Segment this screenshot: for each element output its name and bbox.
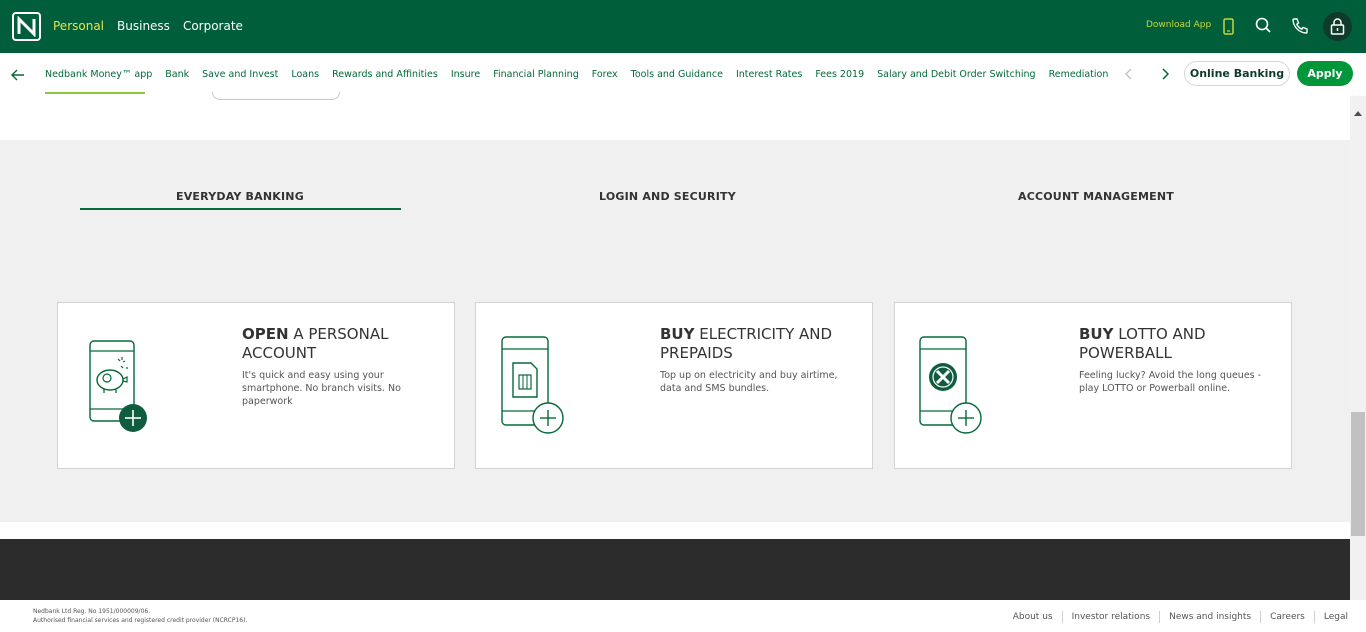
card-description: Feeling lucky? Avoid the long queues - p… <box>1079 370 1262 394</box>
subnav-item-nedbank-money-app[interactable]: Nedbank Money™ app <box>45 69 152 80</box>
top-bar: Personal Business Corporate Download App <box>0 0 1366 53</box>
apply-button[interactable]: Apply <box>1297 61 1353 86</box>
subnav-item-loans[interactable]: Loans <box>291 69 319 80</box>
subnav-item-interest-rates[interactable]: Interest Rates <box>736 69 802 80</box>
card-title: OPEN A PERSONAL ACCOUNT <box>242 325 389 362</box>
download-app-link[interactable]: Download App <box>1146 20 1211 30</box>
segment-business[interactable]: Business <box>117 19 170 33</box>
footer-link-about[interactable]: About us <box>1013 612 1053 622</box>
tab-login-security[interactable]: LOGIN AND SECURITY <box>599 190 736 203</box>
active-tab-underline <box>80 208 401 210</box>
chevron-right-icon[interactable] <box>1159 66 1171 85</box>
card-open-account[interactable]: OPEN A PERSONAL ACCOUNT It's quick and e… <box>57 302 455 469</box>
search-icon[interactable] <box>1254 16 1276 38</box>
subnav-item-save-invest[interactable]: Save and Invest <box>202 69 278 80</box>
divider <box>1061 611 1063 623</box>
sim-card-phone-icon <box>500 335 570 439</box>
tab-account-management[interactable]: ACCOUNT MANAGEMENT <box>1018 190 1174 203</box>
card-title: BUY ELECTRICITY AND PREPAIDS <box>660 325 833 362</box>
chevron-left-icon[interactable] <box>1123 66 1135 85</box>
card-buy-lotto[interactable]: BUY LOTTO AND POWERBALL Feeling lucky? A… <box>894 302 1292 469</box>
footer-dark-band <box>0 539 1350 600</box>
card-buy-electricity[interactable]: BUY ELECTRICITY AND PREPAIDS Top up on e… <box>475 302 873 469</box>
partial-button-outline <box>212 92 340 100</box>
footer-link-legal[interactable]: Legal <box>1324 612 1348 622</box>
footer-link-investor[interactable]: Investor relations <box>1072 612 1151 622</box>
segment-personal[interactable]: Personal <box>53 19 104 33</box>
subnav-item-tools-guidance[interactable]: Tools and Guidance <box>631 69 723 80</box>
scrollbar-thumb[interactable] <box>1351 412 1365 536</box>
online-banking-button[interactable]: Online Banking <box>1184 61 1290 86</box>
card-description: Top up on electricity and buy airtime, d… <box>660 370 838 394</box>
divider <box>1313 611 1315 623</box>
subnav-item-fees[interactable]: Fees 2019 <box>815 69 864 80</box>
lock-icon <box>1330 18 1345 35</box>
subnav-item-salary-switching[interactable]: Salary and Debit Order Switching <box>877 69 1035 80</box>
subnav-active-underline <box>45 92 145 94</box>
lotto-phone-icon <box>918 335 988 439</box>
tab-everyday-banking[interactable]: EVERYDAY BANKING <box>176 190 304 203</box>
legal-authorisation: Authorised financial services and regist… <box>33 617 248 624</box>
legal-registration: Nedbank Ltd Reg. No 1951/000009/06. <box>33 608 151 615</box>
card-title: BUY LOTTO AND POWERBALL <box>1079 325 1206 362</box>
mobile-phone-icon[interactable] <box>1223 18 1234 39</box>
footer-link-careers[interactable]: Careers <box>1270 612 1305 622</box>
subnav-item-rewards[interactable]: Rewards and Affinities <box>332 69 438 80</box>
piggy-bank-phone-icon <box>86 335 150 439</box>
scroll-up-arrow-icon[interactable] <box>1354 101 1362 120</box>
arrow-left-icon[interactable] <box>10 67 26 86</box>
nedbank-logo[interactable] <box>12 12 41 41</box>
subnav-item-insure[interactable]: Insure <box>451 69 480 80</box>
subnav-item-bank[interactable]: Bank <box>165 69 189 80</box>
card-description: It's quick and easy using your smartphon… <box>242 370 401 407</box>
divider <box>1260 611 1262 623</box>
lock-button[interactable] <box>1323 12 1352 41</box>
subnav-item-forex[interactable]: Forex <box>592 69 618 80</box>
divider <box>1159 611 1161 623</box>
phone-icon[interactable] <box>1290 16 1312 38</box>
subnav-item-financial-planning[interactable]: Financial Planning <box>493 69 579 80</box>
sub-nav-items: Nedbank Money™ app Bank Save and Invest … <box>45 69 1108 80</box>
footer-links: About us Investor relations News and ins… <box>1013 611 1348 623</box>
segment-nav: Personal Business Corporate <box>53 19 243 33</box>
subnav-item-remediation[interactable]: Remediation <box>1049 69 1109 80</box>
segment-corporate[interactable]: Corporate <box>183 19 243 33</box>
footer-link-news[interactable]: News and insights <box>1169 612 1251 622</box>
